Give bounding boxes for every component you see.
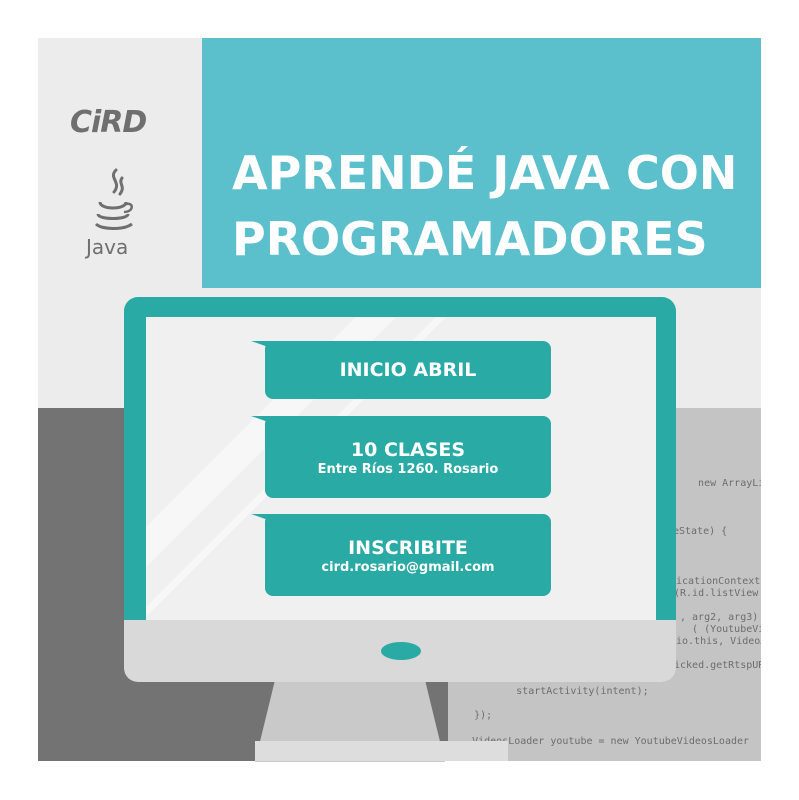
bubble-start-date: INICIO ABRIL	[251, 341, 551, 399]
bubble-title: INICIO ABRIL	[339, 359, 477, 381]
bubble-body: 10 CLASES Entre Ríos 1260. Rosario	[265, 416, 551, 498]
code-line: ( (YoutubeVide	[692, 624, 761, 635]
bubble-classes: 10 CLASES Entre Ríos 1260. Rosario	[251, 416, 551, 498]
poster: new ArrayList< eState) { licationContext…	[0, 0, 799, 800]
headline-line-2: PROGRAMADORES	[232, 212, 708, 266]
code-line: eState) {	[673, 526, 728, 537]
bubble-address: Entre Ríos 1260. Rosario	[317, 462, 499, 477]
monitor-base	[255, 741, 508, 761]
bubble-title: 10 CLASES	[350, 439, 466, 461]
code-line: (R.id.listView	[674, 588, 759, 599]
bubble-email: cird.rosario@gmail.com	[321, 560, 495, 575]
code-line: , arg2, arg3)	[680, 612, 759, 623]
java-cup-icon	[94, 168, 133, 230]
java-logo: Java	[86, 168, 148, 264]
cird-logo: CiRD	[70, 105, 147, 140]
code-line: });	[450, 710, 493, 721]
code-line: licationContext	[670, 576, 761, 587]
java-wordmark: Java	[86, 235, 129, 259]
code-line: startActivity(intent);	[468, 686, 649, 697]
monitor-screen: INICIO ABRIL 10 CLASES Entre Ríos 1260. …	[146, 317, 656, 620]
headline-line-1: APRENDÉ JAVA CON	[232, 146, 738, 200]
bubble-body: INICIO ABRIL	[265, 341, 551, 399]
bubble-signup: INSCRIBITE cird.rosario@gmail.com	[251, 514, 551, 596]
bubble-body: INSCRIBITE cird.rosario@gmail.com	[265, 514, 551, 596]
headline: APRENDÉ JAVA CON PROGRAMADORES	[232, 140, 752, 272]
bubble-title: INSCRIBITE	[348, 537, 468, 559]
code-line: icked.getRtspURL	[674, 660, 761, 671]
code-line: new ArrayList<	[698, 478, 761, 489]
monitor-power-button	[381, 642, 421, 660]
code-line: io.this, VideoA	[676, 636, 761, 647]
